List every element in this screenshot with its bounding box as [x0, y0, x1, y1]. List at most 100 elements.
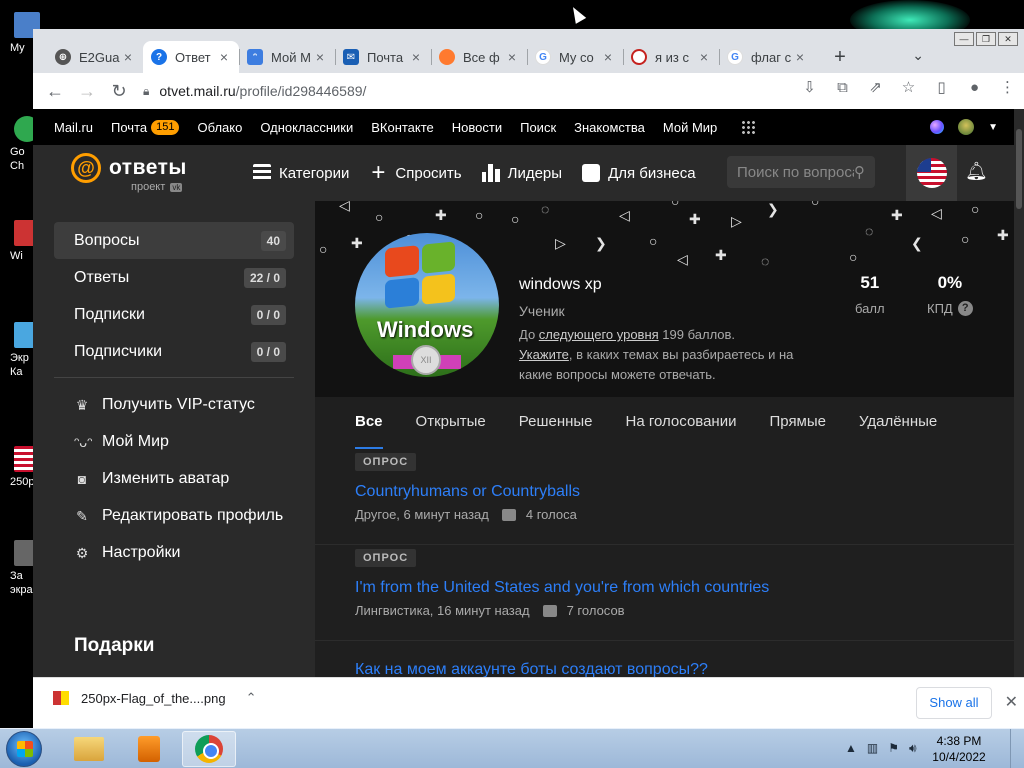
desktop-icon-computer[interactable]: My [0, 12, 40, 55]
start-button[interactable] [6, 731, 42, 767]
scrollbar-thumb[interactable] [1016, 129, 1022, 209]
bell-icon[interactable]: 🔔︎ [965, 161, 988, 182]
portal-link-ok[interactable]: Одноклассники [260, 120, 353, 135]
tab-open[interactable]: Открытые [416, 397, 486, 449]
translate-icon[interactable]: ⧉ [826, 79, 859, 96]
action-center-flag-icon[interactable]: ⚑ [888, 741, 899, 756]
nav-ask[interactable]: + Спросить [369, 161, 461, 185]
nav-leaders[interactable]: Лидеры [481, 164, 562, 182]
desktop-icon-flag-file[interactable]: 250p [0, 446, 40, 489]
tab-close-icon[interactable]: × [793, 49, 807, 65]
desktop-icon-winrar[interactable]: Wi [0, 220, 40, 263]
portal-link-dating[interactable]: Знакомства [574, 120, 645, 135]
tab-all[interactable]: Все [355, 397, 383, 449]
profile-avatar[interactable]: Windows XII [355, 233, 499, 377]
share-icon[interactable]: ⇗ [859, 78, 892, 96]
sidebar-link-label: Настройки [102, 544, 181, 561]
sidebar-item-answers[interactable]: Ответы 22 / 0 [54, 259, 294, 296]
new-tab-button[interactable]: + [825, 46, 855, 69]
bookmark-star-icon[interactable]: ☆ [892, 78, 925, 96]
tab-google-2[interactable]: G флаг с × [719, 41, 815, 73]
mail-count-badge: 151 [151, 119, 180, 135]
tab-otvet[interactable]: ? Ответ × [143, 41, 239, 73]
user-flag-button[interactable] [906, 145, 957, 201]
portal-link-news[interactable]: Новости [452, 120, 502, 135]
back-icon[interactable]: ← [39, 81, 71, 102]
tab-solved[interactable]: Решенные [519, 397, 593, 449]
chevron-up-icon[interactable]: ⌃ [246, 690, 257, 706]
sidebar-links: ♛ Получить VIP-статус ᵔᴗᵔ Мой Мир ◙ Изме… [74, 395, 294, 580]
side-panel-icon[interactable]: ▯ [925, 78, 958, 96]
forward-icon[interactable]: → [71, 81, 103, 102]
portal-link-vk[interactable]: ВКонтакте [371, 120, 434, 135]
tab-spiral[interactable]: я из с × [623, 41, 719, 73]
taskbar-explorer[interactable] [62, 731, 116, 767]
close-icon[interactable]: ✕ [1005, 692, 1018, 712]
sidebar-link-change-avatar[interactable]: ◙ Изменить аватар [74, 469, 294, 489]
tab-cloud[interactable]: Все ф × [431, 41, 527, 73]
assistant-orb-icon[interactable] [930, 120, 945, 134]
header-search[interactable]: Поиск по вопросам ⚲ [727, 156, 875, 188]
sidebar-item-subscribers[interactable]: Подписчики 0 / 0 [54, 333, 294, 370]
portal-link-mailru[interactable]: Mail.ru [54, 120, 93, 135]
question-title-link[interactable]: Countryhumans or Countryballs [355, 483, 580, 501]
otvety-logo[interactable]: @ ответы проект vk [71, 153, 187, 193]
desktop-icon-screen-recorder[interactable]: За экра [0, 540, 40, 597]
question-title-link[interactable]: I'm from the United States and you're fr… [355, 579, 769, 597]
clock[interactable]: 4:38 PM 10/4/2022 [930, 733, 988, 765]
next-level-link[interactable]: следующего уровня [539, 327, 659, 342]
address-bar[interactable]: 🔒︎ otvet.mail.ru /profile/id298446589/ [143, 78, 783, 104]
tab-deleted[interactable]: Удалённые [859, 397, 937, 449]
tab-close-icon[interactable]: × [217, 49, 231, 65]
sidebar-item-subscriptions[interactable]: Подписки 0 / 0 [54, 296, 294, 333]
page-scrollbar[interactable] [1014, 109, 1024, 677]
nav-categories[interactable]: Категории [253, 164, 349, 182]
tab-close-icon[interactable]: × [601, 49, 615, 65]
taskbar-media-player[interactable] [122, 731, 176, 767]
sidebar-item-questions[interactable]: Вопросы 40 [54, 222, 294, 259]
help-icon[interactable]: ? [957, 301, 973, 316]
tab-direct[interactable]: Прямые [769, 397, 826, 449]
profile-avatar-icon[interactable]: ● [958, 79, 991, 96]
volume-icon[interactable]: 🔊︎ [909, 741, 917, 756]
sidebar-link-moi-mir[interactable]: ᵔᴗᵔ Мой Мир [74, 432, 294, 452]
desktop-icon-screen-keyboard[interactable]: Экр Ка [0, 322, 40, 379]
all-projects-grid-icon[interactable] [741, 120, 756, 134]
reload-icon[interactable]: ↻ [103, 81, 135, 102]
install-app-icon[interactable]: ⇩ [793, 78, 826, 96]
desktop-icon-chrome[interactable]: Go Ch [0, 116, 40, 173]
taskbar-chrome[interactable] [182, 731, 236, 767]
nav-business[interactable]: Для бизнеса [582, 164, 696, 182]
web-page: Mail.ru Почта 151 Облако Одноклассники ВК… [33, 109, 1024, 677]
topics-link[interactable]: Укажите [519, 347, 569, 362]
tab-e2guardian[interactable]: ⊕ E2Gua × [47, 41, 143, 73]
tray-expand-icon[interactable]: ▲ [845, 741, 857, 756]
user-avatar-small[interactable] [958, 119, 975, 135]
tab-close-icon[interactable]: × [313, 49, 327, 65]
sidebar-link-settings[interactable]: ⚙ Настройки [74, 543, 294, 563]
sidebar-link-edit-profile[interactable]: ✎ Редактировать профиль [74, 506, 294, 526]
portal-link-oblako[interactable]: Облако [197, 120, 242, 135]
show-all-button[interactable]: Show all [916, 687, 992, 719]
sidebar-link-vip[interactable]: ♛ Получить VIP-статус [74, 395, 294, 415]
tab-search-button[interactable]: ⌄ [912, 47, 924, 64]
tab-voting[interactable]: На голосовании [626, 397, 737, 449]
google-icon: G [727, 49, 743, 65]
portal-link-search[interactable]: Поиск [520, 120, 556, 135]
question-title-link[interactable]: Как на моем аккаунте боты создают вопрос… [355, 661, 708, 677]
browser-menu-icon[interactable]: ⋮ [991, 78, 1024, 96]
tab-mail[interactable]: ✉ Почта × [335, 41, 431, 73]
network-icon[interactable]: ▥ [867, 741, 878, 756]
portal-link-moi-mir[interactable]: Мой Мир [663, 120, 717, 135]
show-desktop-button[interactable] [1010, 729, 1024, 768]
tab-close-icon[interactable]: × [121, 49, 135, 65]
download-item[interactable]: 250px-Flag_of_the....png ⌃ [53, 690, 256, 706]
tab-close-icon[interactable]: × [409, 49, 423, 65]
tab-google-1[interactable]: G My co × [527, 41, 623, 73]
tab-close-icon[interactable]: × [505, 49, 519, 65]
tab-close-icon[interactable]: × [697, 49, 711, 65]
portal-link-pochta[interactable]: Почта 151 [111, 119, 180, 135]
search-icon[interactable]: ⚲ [854, 163, 865, 181]
chevron-down-icon[interactable]: ▼ [988, 122, 998, 133]
tab-moi-mir[interactable]: ᵔ Мой М × [239, 41, 335, 73]
